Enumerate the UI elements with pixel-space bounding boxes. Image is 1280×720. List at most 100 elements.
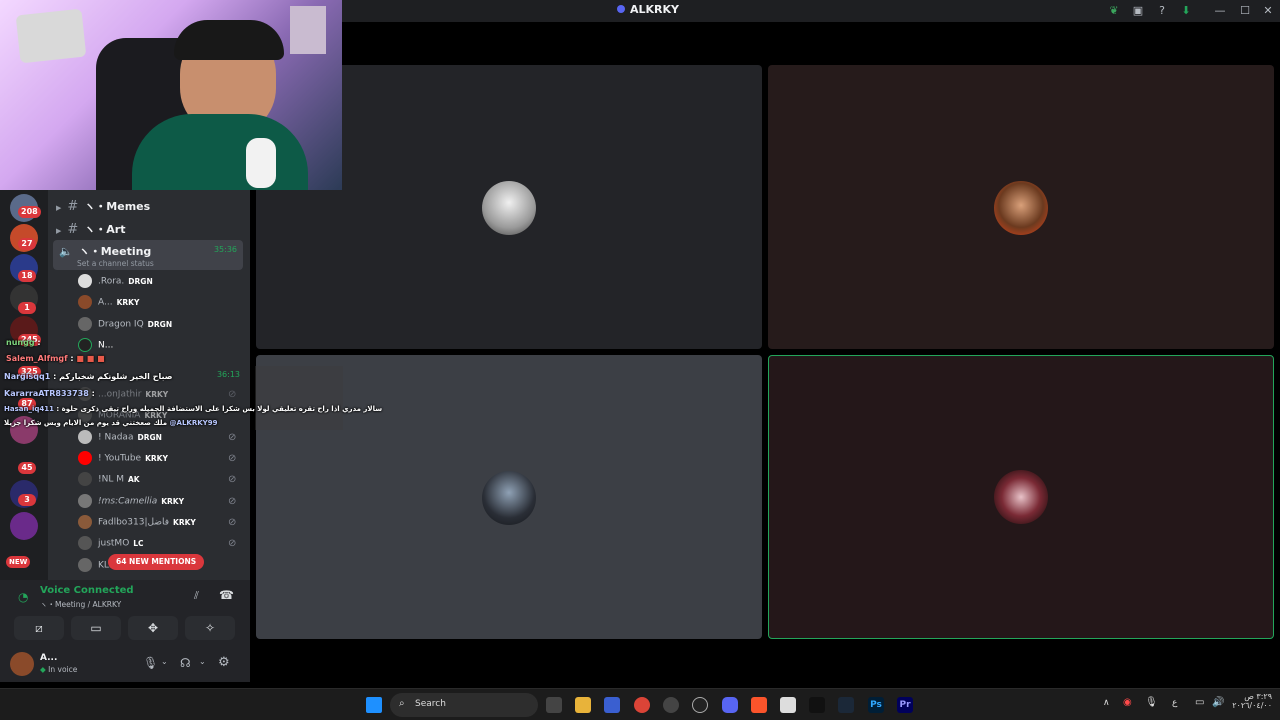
noise-suppression-icon[interactable]: ⫽ <box>194 589 199 603</box>
download-icon[interactable]: ⬇ <box>1179 4 1193 18</box>
channel-meeting-selected[interactable]: 🔈 ヽ・Meeting 35:36 Set a channel status <box>53 240 243 270</box>
deafened-icon: ⊘ <box>228 453 237 464</box>
windows-start-icon[interactable] <box>366 697 382 713</box>
participant-tile-speaking[interactable] <box>768 355 1274 639</box>
avatar <box>78 472 92 486</box>
microphone-icon[interactable]: 🎙 <box>143 656 158 670</box>
person-shirt <box>132 114 308 190</box>
task-view-icon[interactable] <box>546 697 562 713</box>
server-badge: 3 <box>18 494 36 506</box>
voice-status[interactable]: Voice Connected <box>40 585 134 596</box>
user-tag: KRKY <box>145 453 168 463</box>
user-tag: DRGN <box>128 276 153 286</box>
voice-user[interactable]: !ms:Camellia KRKY ⊘ <box>78 494 236 512</box>
clock[interactable]: ٣:٢٩ ص ٢٠٢٦/٠٤/٠٠ <box>1232 692 1272 710</box>
disconnect-icon[interactable]: ☎ <box>219 588 234 602</box>
server-badge: 18 <box>18 270 36 282</box>
activities-icon: ✥ <box>147 621 159 635</box>
avatar <box>78 295 92 309</box>
window-title: ALKRKY <box>617 3 679 16</box>
signal-icon: ◔ <box>18 590 29 604</box>
new-badge[interactable]: NEW <box>6 556 31 568</box>
language-indicator[interactable]: ع <box>1172 698 1177 708</box>
voice-user[interactable]: justMO LC ⊘ <box>78 536 236 554</box>
voice-stage <box>250 22 1280 682</box>
server-icon[interactable] <box>10 512 38 540</box>
channel-status[interactable]: Set a channel status <box>77 259 154 268</box>
store-icon[interactable] <box>604 697 620 713</box>
user-tag: AK <box>127 474 140 484</box>
user-tag: KRKY <box>173 517 196 527</box>
avatar <box>78 515 92 529</box>
participant-avatar <box>994 470 1048 524</box>
network-icon[interactable]: ▭ <box>1195 697 1204 708</box>
close-icon[interactable]: ✕ <box>1261 4 1275 18</box>
steam-icon[interactable] <box>692 697 708 713</box>
camera-off-icon: ⧄ <box>35 621 43 635</box>
user-name: .Rora. <box>98 276 125 287</box>
user-name: ! YouTube <box>98 453 142 464</box>
user-name: !NL M <box>98 474 124 485</box>
user-status: ◆ In voice <box>40 665 77 674</box>
chevron-down-icon[interactable]: ⌄ <box>199 657 206 666</box>
participant-tile[interactable] <box>768 65 1274 349</box>
headphones-icon[interactable]: ☊ <box>180 656 191 670</box>
wall-plaque <box>290 6 326 54</box>
play-button-plaque <box>15 8 87 64</box>
minimize-icon[interactable]: — <box>1213 4 1227 18</box>
tray-mic-icon[interactable]: 🎙 <box>1145 697 1158 708</box>
activities-button[interactable]: ✥ <box>128 616 178 640</box>
avatar[interactable] <box>10 652 34 676</box>
obs-icon[interactable] <box>663 697 679 713</box>
channel-memes[interactable]: ▶ # ヽ・Memes <box>56 198 150 214</box>
new-mentions-button[interactable]: 64 NEW MENTIONS <box>108 554 205 570</box>
voice-user[interactable]: !NL M AK ⊘ <box>78 472 236 490</box>
user-tag: LC <box>133 538 144 548</box>
voice-speaker-icon: 🔈 <box>59 245 73 258</box>
collapse-arrow-icon: ▶ <box>56 204 62 212</box>
editor-icon[interactable] <box>780 697 796 713</box>
volume-icon[interactable]: 🔊 <box>1212 697 1224 708</box>
soundboard-button[interactable]: ✧ <box>185 616 235 640</box>
voice-status-icon: ◆ <box>40 665 49 674</box>
deafened-icon: ⊘ <box>228 538 237 549</box>
settings-gear-icon[interactable]: ⚙ <box>218 655 230 670</box>
premiere-icon[interactable]: Pr <box>897 697 913 713</box>
capcut-icon[interactable] <box>809 697 825 713</box>
chrome-icon[interactable] <box>634 697 650 713</box>
user-tag: KRKY <box>161 496 185 506</box>
voice-user[interactable]: Dragon IQ DRGN <box>78 317 172 335</box>
voice-location[interactable]: ヽ・Meeting / ALKRKY <box>40 599 121 610</box>
maximize-icon[interactable]: ☐ <box>1238 4 1252 18</box>
chat-line: Salem_Alfmgf : ■ ■ ■ <box>6 354 105 363</box>
server-logo-icon <box>617 5 625 13</box>
screen-share-button[interactable]: ▭ <box>71 616 121 640</box>
search-icon: ⌕ <box>399 698 405 709</box>
deafened-icon: ⊘ <box>228 517 237 528</box>
nitro-leaf-icon[interactable]: ❦ <box>1107 4 1121 18</box>
voice-user[interactable]: .Rora. DRGN <box>78 274 153 292</box>
discord-icon[interactable] <box>722 697 738 713</box>
camera-off-button[interactable]: ⧄ <box>14 616 64 640</box>
brave-icon[interactable] <box>751 697 767 713</box>
voice-user[interactable]: A... KRKY <box>78 295 139 313</box>
username[interactable]: A... <box>40 653 57 663</box>
channel-art[interactable]: ▶ # ヽ・Art <box>56 221 126 237</box>
voice-user[interactable]: Fadlbo313|فاضل KRKY ⊘ <box>78 515 236 533</box>
channel-name: Art <box>106 223 126 236</box>
chevron-down-icon[interactable]: ⌄ <box>161 657 168 666</box>
server-badge: 208 <box>18 206 41 218</box>
deafened-icon: ⊘ <box>228 474 237 485</box>
voice-user[interactable]: ! YouTube KRKY ⊘ <box>78 451 236 469</box>
help-icon[interactable]: ? <box>1155 4 1169 18</box>
voice-user[interactable]: ! Nadaa DRGN ⊘ <box>78 430 236 448</box>
tray-chevron-icon[interactable]: ∧ <box>1103 698 1110 708</box>
tray-app-icon[interactable]: ◉ <box>1123 697 1132 708</box>
chat-line: Nargisqq1 : صباح الخير شلونكم شخباركم <box>4 372 173 381</box>
photoshop-icon[interactable]: Ps <box>868 697 884 713</box>
steam-app-icon[interactable] <box>838 697 854 713</box>
taskbar-search[interactable]: ⌕ Search <box>390 693 538 717</box>
inbox-icon[interactable]: ▣ <box>1131 4 1145 18</box>
server-badge: 27 <box>18 238 36 250</box>
file-explorer-icon[interactable] <box>575 697 591 713</box>
